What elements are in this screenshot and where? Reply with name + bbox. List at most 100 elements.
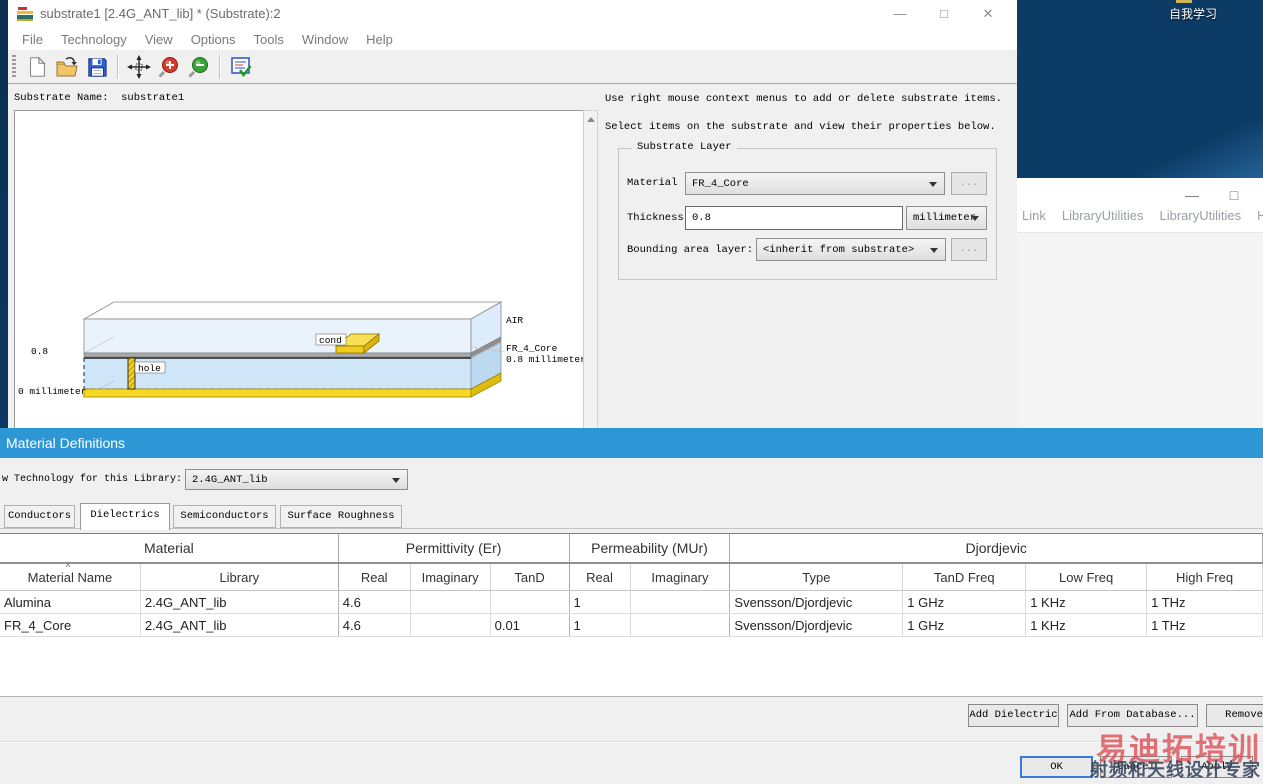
chevron-down-icon — [392, 477, 400, 483]
new-file-button[interactable] — [22, 53, 52, 81]
bounding-area-value: <inherit from substrate> — [763, 243, 915, 256]
column-header-low-freq[interactable]: Low Freq — [1026, 564, 1148, 590]
table-cell[interactable]: 2.4G_ANT_lib — [141, 614, 339, 636]
table-cell[interactable]: 1 THz — [1147, 591, 1263, 613]
cond-layer-front[interactable] — [83, 352, 472, 358]
desktop-icon[interactable] — [1176, 0, 1192, 3]
substrate-preview[interactable]: cond hole AIR 0.8 FR_4_Core 0.8 millimet… — [14, 110, 586, 429]
table-cell[interactable]: 4.6 — [339, 614, 411, 636]
menu-help[interactable]: Help — [357, 32, 402, 47]
table-cell[interactable] — [491, 591, 570, 613]
tab-semiconductors[interactable]: Semiconductors — [173, 505, 276, 528]
add-dielectric-button[interactable]: Add Dielectric — [968, 704, 1059, 727]
material-combobox[interactable]: FR_4_Core — [685, 172, 945, 195]
table-cell[interactable] — [631, 591, 731, 613]
tab-conductors[interactable]: Conductors — [4, 505, 75, 528]
toolbar-separator — [117, 54, 119, 79]
close-icon[interactable]: ✕ — [966, 0, 1010, 28]
material-browse-button[interactable]: ... — [951, 172, 987, 195]
maximize-icon[interactable]: □ — [1217, 182, 1251, 208]
tab-dielectrics[interactable]: Dielectrics — [80, 503, 170, 530]
bounding-area-browse-button[interactable]: ... — [951, 238, 987, 261]
table-cell[interactable]: 1 THz — [1147, 614, 1263, 636]
table-cell[interactable]: 2.4G_ANT_lib — [141, 591, 339, 613]
scroll-up-icon[interactable] — [587, 117, 595, 122]
substrate-name-value: substrate1 — [121, 92, 185, 104]
zoom-in-button[interactable] — [154, 53, 184, 81]
new-file-icon — [30, 56, 46, 77]
air-front-face[interactable] — [83, 318, 472, 354]
substrate-layer-group-title: Substrate Layer — [632, 141, 737, 153]
pan-view-button[interactable] — [124, 53, 154, 81]
material-definitions-dialog: Material Definitions w Technology for th… — [0, 428, 1263, 784]
thickness-input[interactable] — [685, 206, 903, 230]
dielectrics-table[interactable]: Material Permittivity (Er) Permeability (M… — [0, 533, 1263, 697]
tab-baseline — [0, 528, 1263, 529]
table-cell[interactable]: FR_4_Core — [0, 614, 141, 636]
chevron-down-icon — [929, 181, 937, 187]
table-cell[interactable]: Svensson/Djordjevic — [730, 591, 904, 613]
ok-button[interactable]: OK — [1020, 756, 1093, 778]
core-height-label: 0.8 millimeter — [506, 354, 584, 365]
column-header-material-name[interactable]: Material Name ^ — [0, 562, 141, 590]
menu-tools[interactable]: Tools — [245, 32, 293, 47]
tab-surface-roughness[interactable]: Surface Roughness — [280, 505, 402, 528]
preview-scrollbar[interactable] — [583, 110, 598, 429]
dialog-titlebar[interactable]: Material Definitions — [0, 428, 1263, 458]
table-cell[interactable]: 1 GHz — [903, 591, 1027, 613]
ground-plane-front[interactable] — [83, 388, 472, 398]
table-cell[interactable]: 1 — [570, 591, 631, 613]
bounding-area-label: Bounding area layer: — [627, 244, 754, 256]
column-header-type[interactable]: Type — [730, 564, 904, 590]
material-label: Material — [627, 177, 678, 189]
minimize-icon[interactable]: — — [878, 0, 922, 28]
table-cell[interactable]: 1 KHz — [1026, 591, 1148, 613]
menu-item-libraryutilities-2[interactable]: LibraryUtilities — [1155, 208, 1253, 223]
thickness-unit-combobox[interactable]: millimeter — [906, 206, 987, 230]
maximize-icon[interactable]: □ — [922, 0, 966, 28]
table-row[interactable]: FR_4_Core 2.4G_ANT_lib 4.6 0.01 1 Svensson/Dj… — [0, 614, 1263, 637]
desktop-icon-label[interactable]: 自我学习 — [1148, 5, 1238, 22]
table-cell[interactable] — [411, 614, 491, 636]
group-header-material: Material — [0, 534, 339, 562]
column-header-imaginary[interactable]: Imaginary — [631, 564, 731, 590]
menu-item-link[interactable]: Link — [1017, 208, 1057, 223]
substrate-app-icon — [17, 7, 34, 21]
toolbar-drag-handle[interactable] — [12, 54, 16, 79]
column-header-real[interactable]: Real — [570, 564, 631, 590]
table-cell[interactable] — [631, 614, 731, 636]
menu-file[interactable]: File — [13, 32, 52, 47]
bounding-area-combobox[interactable]: <inherit from substrate> — [756, 238, 946, 261]
table-cell[interactable]: Alumina — [0, 591, 141, 613]
table-row[interactable]: Alumina 2.4G_ANT_lib 4.6 1 Svensson/Djordjev… — [0, 591, 1263, 614]
table-cell[interactable]: Svensson/Djordjevic — [730, 614, 904, 636]
column-header-real[interactable]: Real — [339, 564, 411, 590]
minimize-icon[interactable]: — — [1175, 182, 1209, 208]
column-header-high-freq[interactable]: High Freq — [1147, 564, 1263, 590]
table-cell[interactable]: 4.6 — [339, 591, 411, 613]
menu-item-libraryutilities-1[interactable]: LibraryUtilities — [1057, 208, 1155, 223]
table-cell[interactable] — [411, 591, 491, 613]
table-cell[interactable]: 1 GHz — [903, 614, 1027, 636]
zoom-out-button[interactable] — [184, 53, 214, 81]
menu-item-help[interactable]: He — [1252, 208, 1263, 223]
column-header-tand[interactable]: TanD — [491, 564, 570, 590]
material-value: FR_4_Core — [692, 177, 749, 190]
air-top-face[interactable] — [82, 301, 503, 320]
menu-options[interactable]: Options — [182, 32, 245, 47]
technology-combobox[interactable]: 2.4G_ANT_lib — [185, 469, 408, 490]
menu-view[interactable]: View — [136, 32, 182, 47]
column-header-tand-freq[interactable]: TanD Freq — [903, 564, 1027, 590]
save-button[interactable] — [82, 53, 112, 81]
column-header-library[interactable]: Library — [141, 564, 339, 590]
menu-window[interactable]: Window — [293, 32, 357, 47]
menu-technology[interactable]: Technology — [52, 32, 136, 47]
hole-via[interactable] — [127, 357, 136, 390]
table-cell[interactable]: 1 KHz — [1026, 614, 1148, 636]
titlebar[interactable]: substrate1 [2.4G_ANT_lib] * (Substrate):… — [8, 0, 1017, 28]
table-cell[interactable]: 1 — [570, 614, 631, 636]
substrate-check-button[interactable] — [226, 53, 256, 81]
open-button[interactable] — [52, 53, 82, 81]
table-cell[interactable]: 0.01 — [491, 614, 570, 636]
column-header-imaginary[interactable]: Imaginary — [411, 564, 491, 590]
